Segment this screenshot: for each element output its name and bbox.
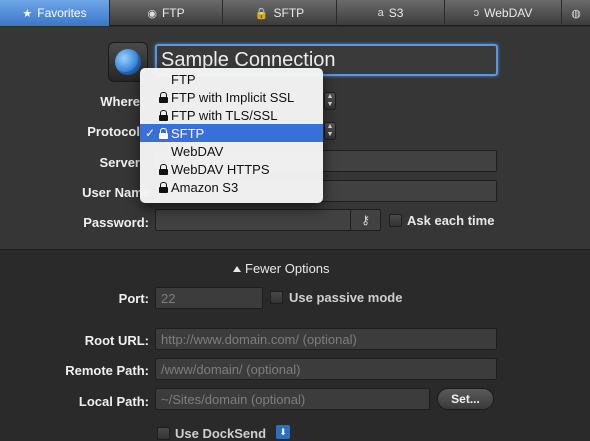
ask-each-time-checkbox[interactable] xyxy=(389,214,402,227)
menu-item-label: WebDAV xyxy=(171,143,224,159)
menu-item-sftp[interactable]: ✓ SFTP xyxy=(140,124,323,142)
lock-icon xyxy=(159,127,168,139)
lock-icon xyxy=(159,163,168,175)
port-label: Port: xyxy=(118,291,149,306)
port-input[interactable]: 22 xyxy=(155,287,263,309)
menu-item-ftp-tls-ssl[interactable]: FTP with TLS/SSL xyxy=(140,106,323,124)
where-label: Where xyxy=(100,94,140,109)
tab-favorites[interactable]: ★ Favorites xyxy=(0,0,110,26)
menu-item-label: SFTP xyxy=(171,125,205,141)
menu-item-ftp-implicit-ssl[interactable]: FTP with Implicit SSL xyxy=(140,88,323,106)
network-icon: ◍ xyxy=(571,7,581,20)
menu-item-label: Amazon S3 xyxy=(171,179,239,195)
tab-bar: ★ Favorites ◉ FTP 🔒 SFTP a S3 ↄ WebDAV ◍ xyxy=(0,0,590,26)
local-path-label: Local Path: xyxy=(78,394,149,409)
lock-icon xyxy=(159,109,168,121)
checkmark-icon: ✓ xyxy=(145,126,156,140)
docksend-label: Use DockSend xyxy=(175,426,267,441)
tab-label: S3 xyxy=(388,6,404,20)
menu-item-label: FTP with Implicit SSL xyxy=(171,89,295,105)
root-url-input[interactable]: http://www.domain.com/ (optional) xyxy=(155,328,497,350)
ftp-icon: ◉ xyxy=(147,7,157,20)
disclosure-triangle-icon xyxy=(233,265,241,272)
password-input[interactable] xyxy=(155,209,381,231)
fewer-options-label: Fewer Options xyxy=(245,261,330,276)
server-label: Server xyxy=(99,155,140,170)
tab-label: SFTP xyxy=(273,6,305,20)
tab-webdav[interactable]: ↄ WebDAV xyxy=(445,0,562,26)
protocol-label: Protocol xyxy=(87,124,140,139)
local-path-input[interactable]: ~/Sites/domain (optional) xyxy=(155,388,430,410)
protocol-stepper[interactable]: ▲ ▼ xyxy=(324,122,336,140)
key-icon[interactable]: ⚷ xyxy=(350,209,380,231)
password-label: Password: xyxy=(83,215,149,230)
menu-item-label: FTP with TLS/SSL xyxy=(171,107,278,123)
tab-label: FTP xyxy=(161,6,185,20)
globe-icon xyxy=(115,49,141,75)
menu-item-label: WebDAV HTTPS xyxy=(171,161,270,177)
tab-ftp[interactable]: ◉ FTP xyxy=(110,0,223,26)
webdav-icon: ↄ xyxy=(473,7,480,19)
menu-item-ftp[interactable]: FTP xyxy=(140,70,323,88)
menu-item-label: FTP xyxy=(171,71,196,87)
passive-mode-label: Use passive mode xyxy=(289,290,403,305)
menu-item-webdav[interactable]: WebDAV xyxy=(140,142,323,160)
tab-network[interactable]: ◍ xyxy=(562,0,590,26)
star-icon: ★ xyxy=(22,7,33,20)
docksend-checkbox[interactable] xyxy=(157,427,170,440)
ask-each-time-label: Ask each time xyxy=(407,213,495,228)
remote-path-input[interactable]: /www/domain/ (optional) xyxy=(155,358,497,380)
tab-sftp[interactable]: 🔒 SFTP xyxy=(223,0,337,26)
fewer-options-toggle[interactable]: Fewer Options xyxy=(233,261,330,276)
tab-label: WebDAV xyxy=(484,6,533,20)
docksend-icon: ⬇ xyxy=(276,425,290,439)
passive-mode-checkbox[interactable] xyxy=(270,291,283,304)
root-url-label: Root URL: xyxy=(84,333,149,348)
where-stepper[interactable]: ▲ ▼ xyxy=(324,92,336,110)
menu-item-webdav-https[interactable]: WebDAV HTTPS xyxy=(140,160,323,178)
lock-icon xyxy=(159,181,168,193)
tab-label: Favorites xyxy=(37,6,87,20)
menu-item-amazon-s3[interactable]: Amazon S3 xyxy=(140,178,323,196)
protocol-menu: FTP FTP with Implicit SSL FTP with TLS/S… xyxy=(140,68,323,203)
tab-s3[interactable]: a S3 xyxy=(337,0,445,26)
set-button[interactable]: Set... xyxy=(437,388,494,410)
amazon-s3-icon: a xyxy=(377,7,384,19)
lock-icon xyxy=(159,91,168,103)
lock-icon: 🔒 xyxy=(254,7,269,20)
remote-path-label: Remote Path: xyxy=(65,363,149,378)
